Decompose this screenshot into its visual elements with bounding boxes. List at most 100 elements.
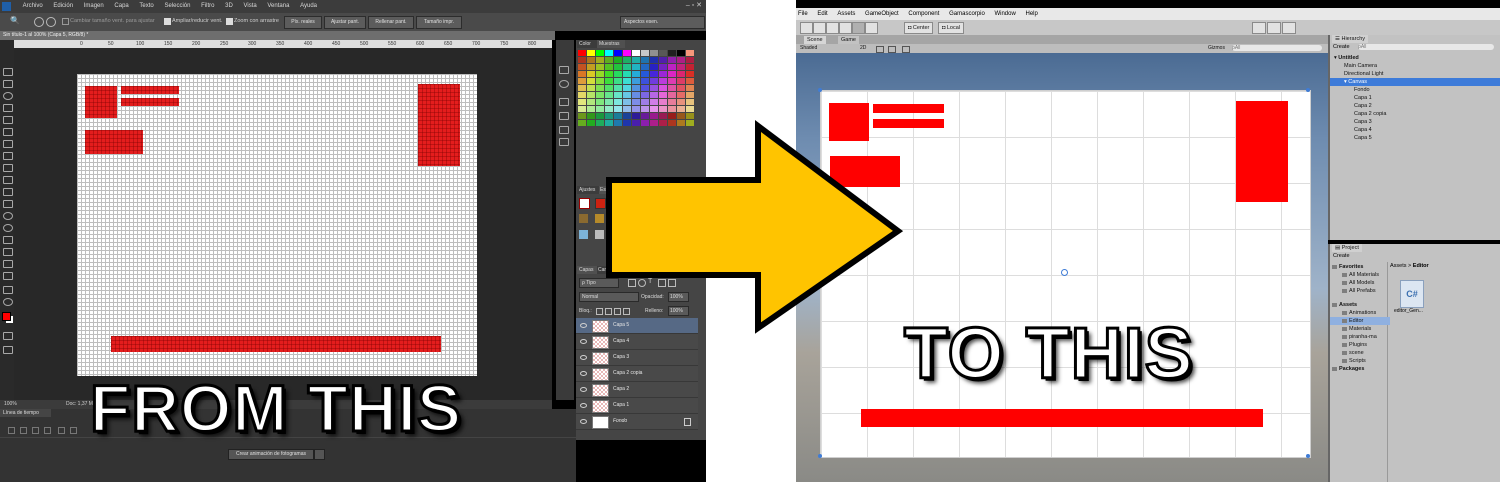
color-swatch[interactable]: [578, 113, 586, 119]
color-swatch[interactable]: [596, 71, 604, 77]
color-swatch[interactable]: [677, 113, 685, 119]
color-swatch[interactable]: [686, 57, 694, 63]
blur-tool-icon[interactable]: [3, 212, 13, 220]
ps-menu-ventana[interactable]: Ventana: [267, 0, 289, 13]
unity-menu-gamascorpio[interactable]: Gamascorpio: [949, 8, 985, 20]
create-frame-animation-button[interactable]: Crear animación de fotogramas: [228, 449, 314, 460]
color-swatch[interactable]: [668, 71, 676, 77]
color-swatch[interactable]: [605, 106, 613, 112]
style-wood-icon[interactable]: [579, 214, 588, 223]
move-tool-icon[interactable]: [813, 22, 826, 34]
fit-screen-button[interactable]: Ajustar pant.: [324, 16, 366, 29]
unity-menu-assets[interactable]: Assets: [837, 8, 855, 20]
style-sky-icon[interactable]: [579, 230, 588, 239]
hierarchy-item[interactable]: Capa 4: [1330, 126, 1500, 134]
hierarchy-item[interactable]: Capa 5: [1330, 134, 1500, 142]
blend-mode-dropdown[interactable]: Normal: [579, 292, 639, 302]
color-swatch[interactable]: [605, 57, 613, 63]
actual-pixels-button[interactable]: Píx. reales: [284, 16, 322, 29]
timeline-first-icon[interactable]: [8, 427, 15, 434]
color-swatch[interactable]: [641, 64, 649, 70]
screen-mode-icon[interactable]: [3, 346, 13, 354]
color-swatch[interactable]: [650, 99, 658, 105]
color-swatch[interactable]: [578, 78, 586, 84]
project-tree-item[interactable]: All Materials: [1330, 271, 1390, 279]
zoom-tool-side-icon[interactable]: [3, 298, 13, 306]
color-swatch[interactable]: [686, 106, 694, 112]
ps-canvas[interactable]: [77, 74, 477, 376]
color-swatch[interactable]: [587, 57, 595, 63]
color-swatch[interactable]: [659, 57, 667, 63]
color-swatch[interactable]: [587, 78, 595, 84]
color-swatch[interactable]: [596, 120, 604, 126]
project-tree-item[interactable]: Plugins: [1330, 341, 1390, 349]
character-panel-icon[interactable]: [559, 98, 569, 106]
hierarchy-create-dropdown[interactable]: Create: [1333, 44, 1350, 50]
hierarchy-item[interactable]: Main Camera: [1330, 62, 1500, 70]
ui-red-block-left[interactable]: [830, 156, 900, 187]
color-swatch[interactable]: [596, 57, 604, 63]
color-swatch[interactable]: [632, 50, 640, 56]
color-swatch[interactable]: [623, 92, 631, 98]
color-swatch[interactable]: [632, 99, 640, 105]
transform-tool-icon[interactable]: [865, 22, 878, 34]
color-swatch[interactable]: [623, 85, 631, 91]
quick-mask-icon[interactable]: [3, 332, 13, 340]
hierarchy-item[interactable]: ▾ Untitled: [1330, 54, 1500, 62]
eyedropper-tool-icon[interactable]: [3, 128, 13, 136]
color-swatch[interactable]: [632, 92, 640, 98]
color-swatch[interactable]: [677, 78, 685, 84]
color-swatch[interactable]: [677, 71, 685, 77]
2d-mode-toggle[interactable]: 2D: [860, 45, 866, 51]
ps-menu-archivo[interactable]: Archivo: [23, 0, 43, 13]
tab-channels[interactable]: Canales: [597, 266, 610, 274]
eye-icon[interactable]: [580, 419, 587, 424]
color-swatch[interactable]: [605, 92, 613, 98]
zoom-in-icon[interactable]: [34, 17, 44, 27]
hierarchy-item[interactable]: Capa 3: [1330, 118, 1500, 126]
color-swatch[interactable]: [668, 92, 676, 98]
ui-red-block-right[interactable]: [1236, 101, 1288, 202]
color-swatch[interactable]: [605, 99, 613, 105]
color-swatch[interactable]: [650, 120, 658, 126]
ps-zoom-level[interactable]: 100%: [4, 400, 17, 409]
color-swatch[interactable]: [686, 120, 694, 126]
hierarchy-item[interactable]: ▾ Canvas: [1330, 78, 1500, 86]
pen-tool-icon[interactable]: [3, 236, 13, 244]
color-swatch[interactable]: [623, 120, 631, 126]
lock-all-icon[interactable]: [623, 308, 630, 315]
hand-tool-icon[interactable]: [800, 22, 813, 34]
color-swatch[interactable]: [659, 78, 667, 84]
color-swatch[interactable]: [632, 113, 640, 119]
color-swatch[interactable]: [587, 85, 595, 91]
project-tab[interactable]: ▤ Project: [1332, 244, 1362, 252]
breadcrumb-assets[interactable]: Assets: [1390, 263, 1407, 269]
eye-icon[interactable]: [580, 339, 587, 344]
color-swatch[interactable]: [686, 85, 694, 91]
color-swatch[interactable]: [641, 78, 649, 84]
color-swatch[interactable]: [659, 99, 667, 105]
space-local-toggle[interactable]: ◘ Local: [938, 22, 965, 34]
color-swatch[interactable]: [596, 78, 604, 84]
ps-menu-texto[interactable]: Texto: [139, 0, 153, 13]
color-swatch[interactable]: [632, 57, 640, 63]
project-tree-item[interactable]: Scripts: [1330, 357, 1390, 365]
tab-swatches[interactable]: Muestras: [597, 40, 625, 48]
color-swatch[interactable]: [578, 64, 586, 70]
paragraph-panel-icon[interactable]: [559, 112, 569, 120]
filter-adjust-icon[interactable]: [638, 279, 646, 287]
shape-tool-icon[interactable]: [3, 272, 13, 280]
timeline-settings-icon[interactable]: [70, 427, 77, 434]
ps-menu-seleccion[interactable]: Selección: [164, 0, 190, 13]
color-swatch[interactable]: [578, 85, 586, 91]
history-panel-icon[interactable]: [559, 66, 569, 74]
color-swatch[interactable]: [578, 57, 586, 63]
color-swatch[interactable]: [641, 57, 649, 63]
color-swatch[interactable]: [659, 50, 667, 56]
color-swatch[interactable]: [668, 106, 676, 112]
filter-type-icon[interactable]: T: [648, 278, 652, 285]
color-swatch[interactable]: [614, 64, 622, 70]
color-swatch[interactable]: [623, 99, 631, 105]
color-swatch[interactable]: [641, 92, 649, 98]
project-tree-item[interactable]: Favorites: [1330, 263, 1390, 271]
